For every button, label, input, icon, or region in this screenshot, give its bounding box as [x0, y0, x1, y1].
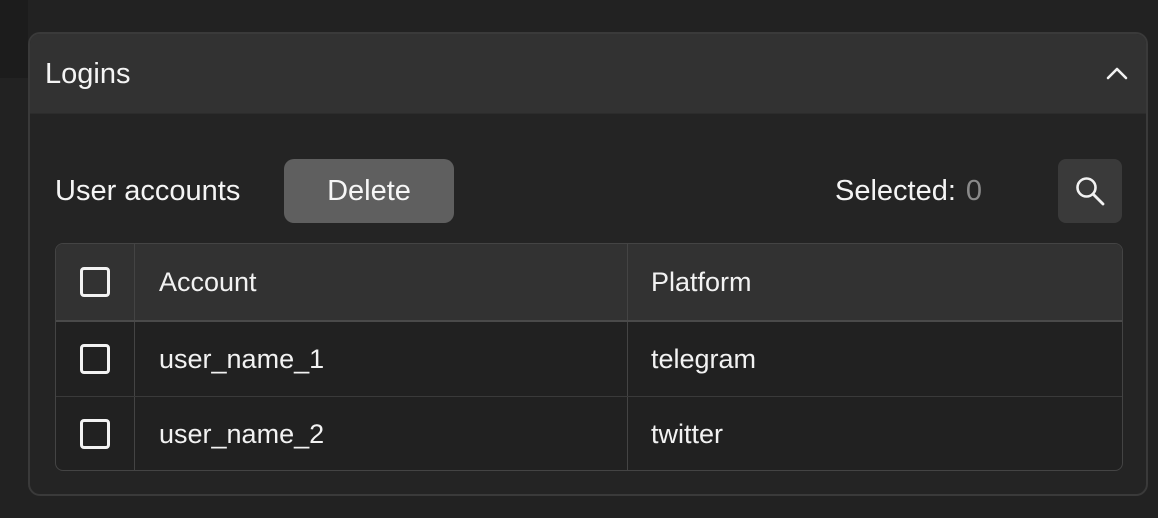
selected-label: Selected:	[835, 175, 956, 207]
table-row[interactable]: user_name_2 twitter	[56, 397, 1122, 470]
row-checkbox[interactable]	[80, 344, 110, 374]
selected-count: 0	[965, 175, 983, 207]
platform-cell: twitter	[651, 418, 724, 449]
delete-button[interactable]: Delete	[284, 159, 454, 223]
account-cell: user_name_1	[135, 322, 628, 396]
platform-cell: telegram	[651, 343, 757, 374]
header-checkbox-cell	[56, 244, 135, 320]
table-row[interactable]: user_name_1 telegram	[56, 322, 1122, 397]
search-icon	[1073, 174, 1107, 208]
left-strip	[0, 0, 28, 78]
logins-panel: Logins User accounts Delete Selected: 0 A…	[28, 32, 1148, 496]
row-checkbox[interactable]	[80, 419, 110, 449]
user-accounts-label: User accounts	[55, 175, 241, 207]
selected-indicator: Selected: 0	[835, 173, 982, 209]
panel-title: Logins	[45, 58, 131, 90]
search-button[interactable]	[1058, 159, 1122, 223]
account-cell: user_name_2	[135, 397, 628, 470]
table-header-row: Account Platform	[56, 244, 1122, 322]
row-checkbox-cell	[56, 397, 135, 470]
panel-header[interactable]: Logins	[30, 34, 1146, 114]
chevron-up-icon[interactable]	[1102, 58, 1132, 88]
row-checkbox-cell	[56, 322, 135, 396]
select-all-checkbox[interactable]	[80, 267, 110, 297]
column-header-platform[interactable]: Platform	[628, 244, 1122, 320]
column-header-account[interactable]: Account	[135, 244, 628, 320]
accounts-table: Account Platform user_name_1 telegram us…	[55, 243, 1123, 471]
